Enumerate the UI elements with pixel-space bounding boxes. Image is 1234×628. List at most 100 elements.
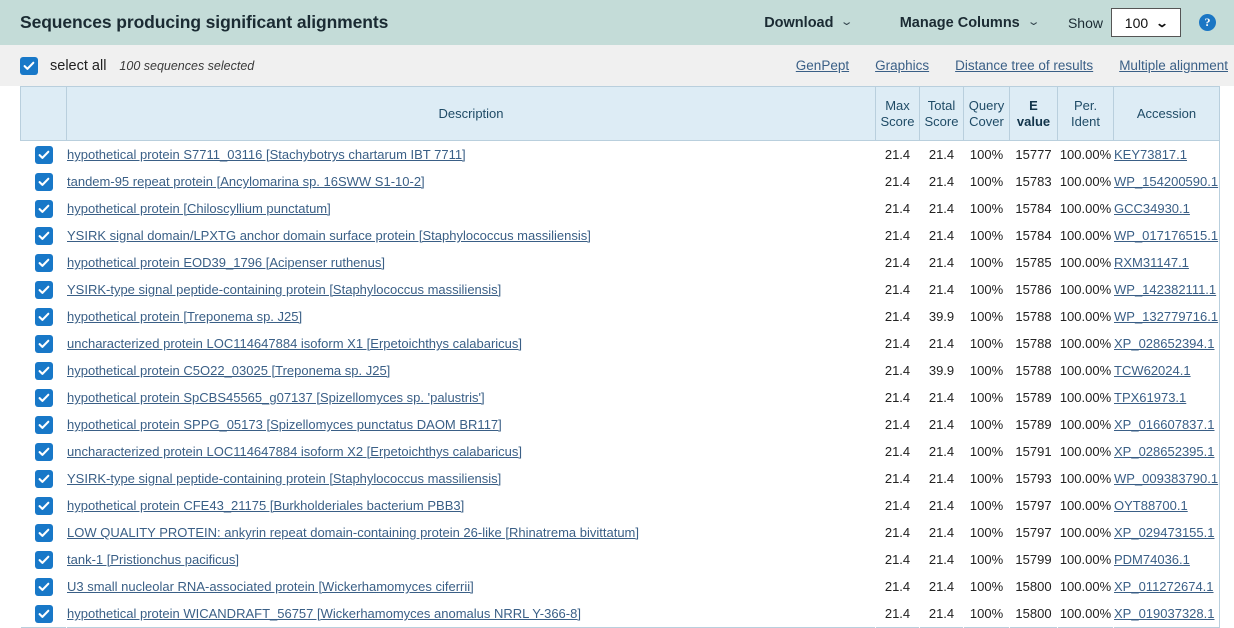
table-row: hypothetical protein EOD39_1796 [Acipens… <box>21 249 1220 276</box>
row-checkbox[interactable] <box>34 172 53 191</box>
help-icon[interactable]: ? <box>1199 14 1216 31</box>
e-value-cell: 15788 <box>1015 309 1052 324</box>
row-checkbox[interactable] <box>34 550 53 569</box>
th-max-score[interactable]: Max Score <box>875 86 920 141</box>
description-link[interactable]: LOW QUALITY PROTEIN: ankyrin repeat doma… <box>68 525 640 540</box>
download-menu-button[interactable]: Download ⌄ <box>758 15 858 31</box>
accession-cell: XP_011272674.1 <box>1114 573 1220 600</box>
row-checkbox[interactable] <box>34 199 53 218</box>
description-link[interactable]: uncharacterized protein LOC114647884 iso… <box>68 444 523 459</box>
e-value-cell: 15784 <box>1015 201 1052 216</box>
accession-link[interactable]: WP_142382111.1 <box>1115 282 1217 297</box>
row-checkbox[interactable] <box>34 496 53 515</box>
row-checkbox[interactable] <box>34 523 53 542</box>
row-checkbox[interactable] <box>34 469 53 488</box>
description-cell: YSIRK signal domain/LPXTG anchor domain … <box>67 222 876 249</box>
row-checkbox[interactable] <box>34 226 53 245</box>
th-description[interactable]: Description <box>66 86 876 141</box>
manage-columns-menu-button[interactable]: Manage Columns ⌄ <box>894 15 1044 31</box>
description-link[interactable]: tank-1 [Pristionchus pacificus] <box>68 552 239 567</box>
graphics-link[interactable]: Graphics <box>875 58 929 73</box>
chevron-down-icon: ⌄ <box>1155 15 1169 30</box>
description-link[interactable]: hypothetical protein C5O22_03025 [Trepon… <box>68 363 391 378</box>
row-checkbox[interactable] <box>34 307 53 326</box>
description-link[interactable]: hypothetical protein SPPG_05173 [Spizell… <box>68 417 502 432</box>
description-cell: hypothetical protein EOD39_1796 [Acipens… <box>67 249 876 276</box>
row-checkbox[interactable] <box>34 361 53 380</box>
description-link[interactable]: hypothetical protein [Treponema sp. J25] <box>68 309 303 324</box>
accession-link[interactable]: XP_016607837.1 <box>1115 417 1215 432</box>
description-link[interactable]: hypothetical protein EOD39_1796 [Acipens… <box>68 255 385 270</box>
accession-cell: KEY73817.1 <box>1114 141 1220 169</box>
row-checkbox[interactable] <box>34 253 53 272</box>
table-row: YSIRK-type signal peptide-containing pro… <box>21 276 1220 303</box>
total-score-cell: 21.4 <box>928 390 955 405</box>
accession-link[interactable]: WP_132779716.1 <box>1115 309 1219 324</box>
description-link[interactable]: uncharacterized protein LOC114647884 iso… <box>68 336 523 351</box>
e-value-cell: 15783 <box>1015 174 1052 189</box>
show-count-select[interactable]: 100 ⌄ <box>1111 8 1181 37</box>
accession-link[interactable]: WP_017176515.1 <box>1115 228 1219 243</box>
row-checkbox[interactable] <box>34 388 53 407</box>
multiple-alignment-link[interactable]: Multiple alignment <box>1119 58 1228 73</box>
accession-cell: WP_132779716.1 <box>1114 303 1220 330</box>
row-checkbox[interactable] <box>34 334 53 353</box>
description-link[interactable]: YSIRK-type signal peptide-containing pro… <box>68 282 502 297</box>
description-cell: hypothetical protein S7711_03116 [Stachy… <box>67 141 876 169</box>
th-e-value[interactable]: E value <box>1009 86 1058 141</box>
e-value-cell: 15799 <box>1015 552 1052 567</box>
row-checkbox[interactable] <box>34 145 53 164</box>
per-ident-cell: 100.00% <box>1059 471 1112 486</box>
description-link[interactable]: hypothetical protein CFE43_21175 [Burkho… <box>68 498 465 513</box>
accession-cell: PDM74036.1 <box>1114 546 1220 573</box>
description-link[interactable]: hypothetical protein SpCBS45565_g07137 [… <box>68 390 485 405</box>
description-cell: U3 small nucleolar RNA-associated protei… <box>67 573 876 600</box>
total-score-cell: 21.4 <box>928 147 955 162</box>
row-checkbox[interactable] <box>34 280 53 299</box>
description-cell: tank-1 [Pristionchus pacificus] <box>67 546 876 573</box>
description-link[interactable]: U3 small nucleolar RNA-associated protei… <box>68 579 474 594</box>
description-cell: uncharacterized protein LOC114647884 iso… <box>67 330 876 357</box>
accession-link[interactable]: PDM74036.1 <box>1115 552 1190 567</box>
row-checkbox[interactable] <box>34 604 53 623</box>
max-score-cell: 21.4 <box>884 363 911 378</box>
th-accession[interactable]: Accession <box>1113 86 1220 141</box>
table-row: hypothetical protein SpCBS45565_g07137 [… <box>21 384 1220 411</box>
accession-link[interactable]: OYT88700.1 <box>1115 498 1188 513</box>
accession-link[interactable]: WP_154200590.1 <box>1115 174 1219 189</box>
accession-link[interactable]: RXM31147.1 <box>1115 255 1189 270</box>
query-cover-cell: 100% <box>969 363 1004 378</box>
description-link[interactable]: hypothetical protein WICANDRAFT_56757 [W… <box>68 606 581 621</box>
accession-link[interactable]: XP_029473155.1 <box>1115 525 1215 540</box>
description-link[interactable]: YSIRK-type signal peptide-containing pro… <box>68 471 502 486</box>
select-all-checkbox[interactable] <box>20 56 38 75</box>
row-checkbox[interactable] <box>34 577 53 596</box>
accession-link[interactable]: TCW62024.1 <box>1115 363 1191 378</box>
results-table-wrapper: Description Max Score Total Score Query … <box>0 86 1234 628</box>
accession-link[interactable]: WP_009383790.1 <box>1115 471 1219 486</box>
distance-tree-link[interactable]: Distance tree of results <box>955 58 1093 73</box>
th-total-score[interactable]: Total Score <box>919 86 964 141</box>
th-per-ident-line1: Per. <box>1073 97 1098 113</box>
query-cover-cell: 100% <box>969 444 1004 459</box>
description-link[interactable]: tandem-95 repeat protein [Ancylomarina s… <box>68 174 425 189</box>
total-score-cell: 21.4 <box>928 336 955 351</box>
row-checkbox[interactable] <box>34 415 53 434</box>
accession-link[interactable]: GCC34930.1 <box>1115 201 1190 216</box>
description-link[interactable]: YSIRK signal domain/LPXTG anchor domain … <box>68 228 591 243</box>
accession-link[interactable]: XP_011272674.1 <box>1115 579 1214 594</box>
genpept-link[interactable]: GenPept <box>796 58 849 73</box>
accession-link[interactable]: XP_019037328.1 <box>1115 606 1215 621</box>
th-per-ident[interactable]: Per. Ident <box>1057 86 1114 141</box>
th-query-cover[interactable]: Query Cover <box>963 86 1010 141</box>
description-link[interactable]: hypothetical protein [Chiloscyllium punc… <box>68 201 331 216</box>
accession-link[interactable]: KEY73817.1 <box>1115 147 1188 162</box>
description-link[interactable]: hypothetical protein S7711_03116 [Stachy… <box>68 147 466 162</box>
row-checkbox[interactable] <box>34 442 53 461</box>
accession-link[interactable]: XP_028652395.1 <box>1115 444 1215 459</box>
accession-cell: TPX61973.1 <box>1114 384 1220 411</box>
accession-link[interactable]: TPX61973.1 <box>1115 390 1187 405</box>
query-cover-cell: 100% <box>969 471 1004 486</box>
accession-link[interactable]: XP_028652394.1 <box>1115 336 1215 351</box>
accession-cell: WP_009383790.1 <box>1114 465 1220 492</box>
